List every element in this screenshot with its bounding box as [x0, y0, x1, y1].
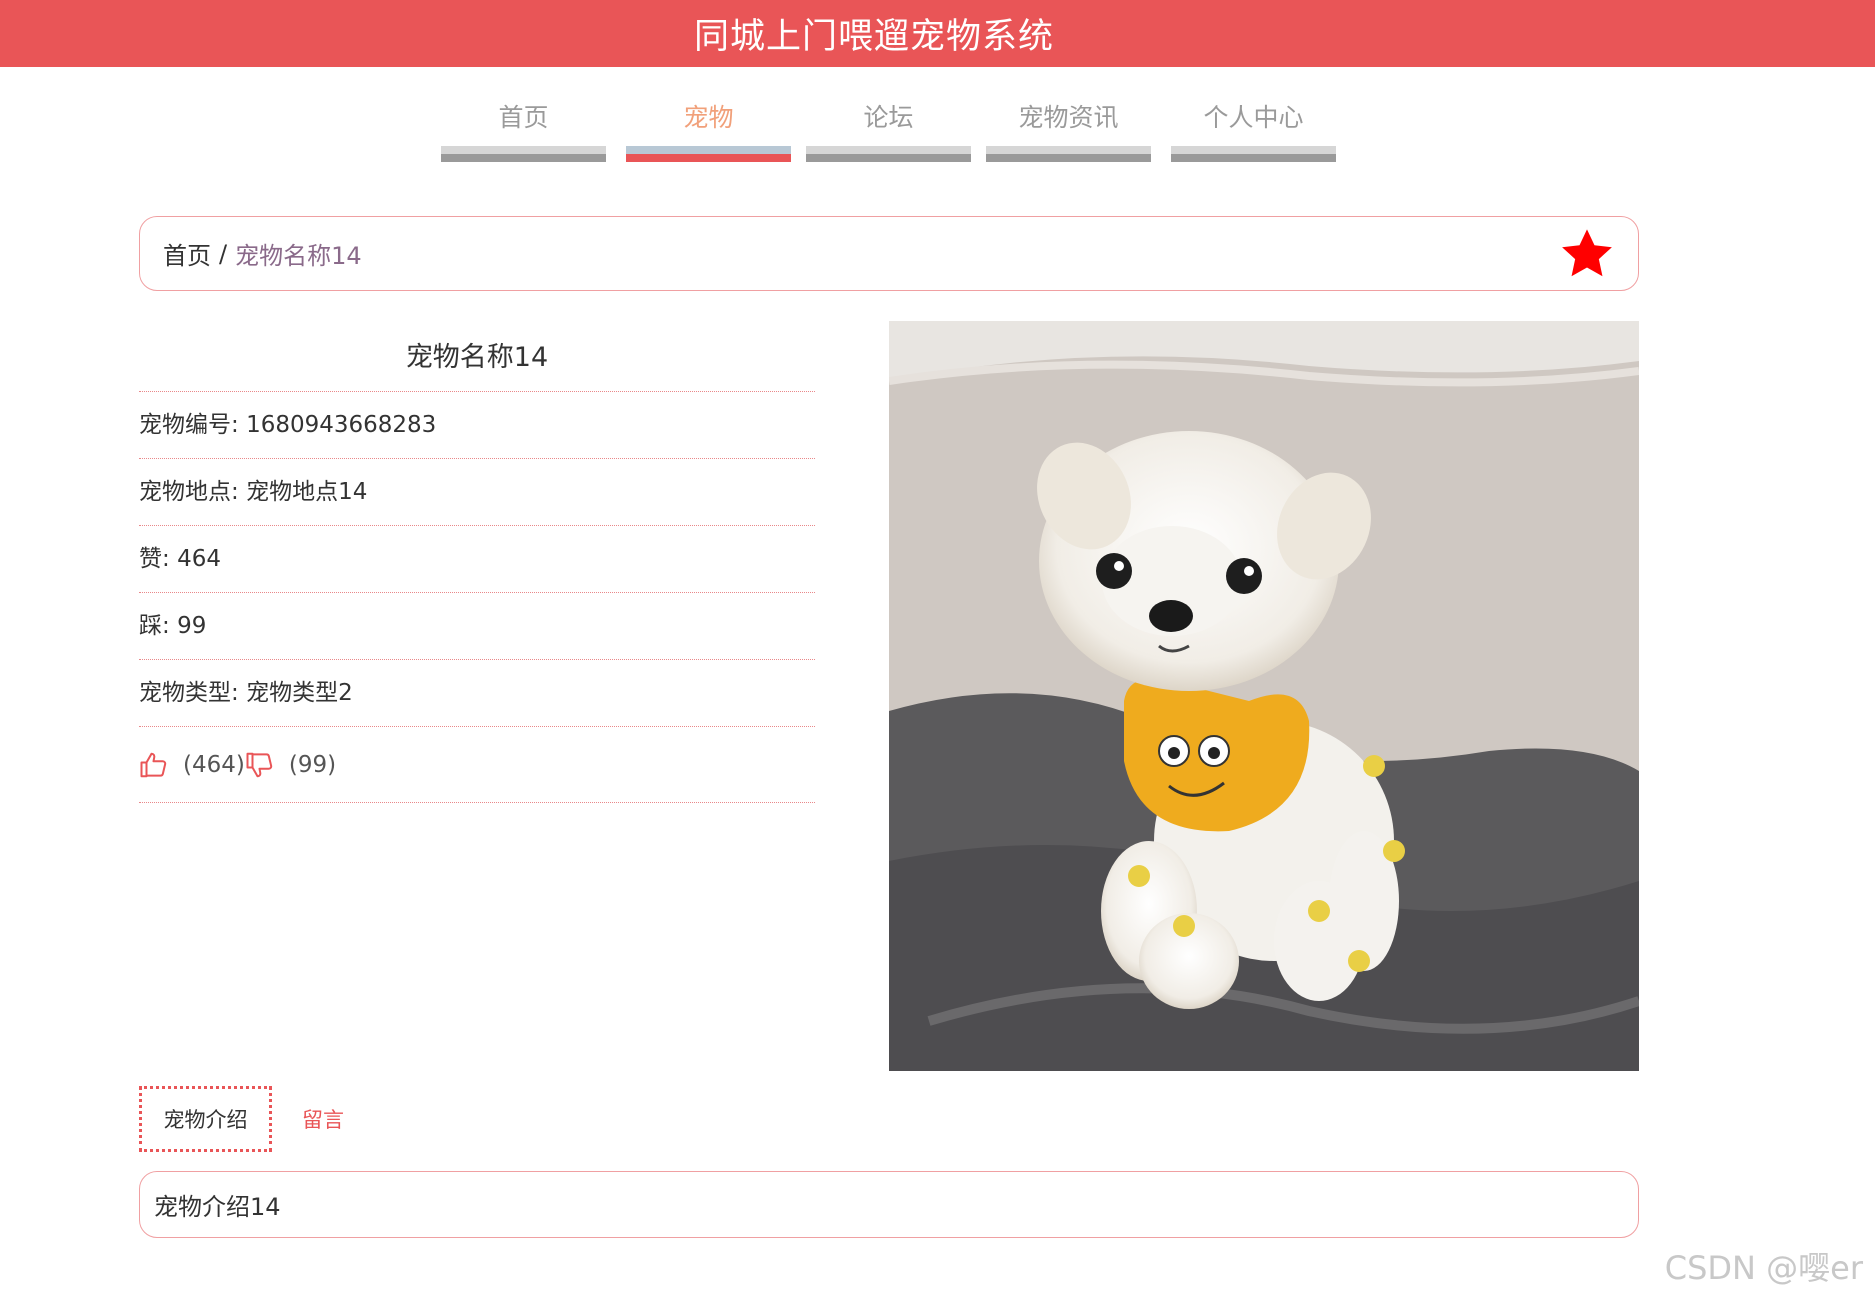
info-value: 宠物类型2: [246, 680, 353, 706]
pet-intro-panel: 宠物介绍14: [139, 1171, 1639, 1238]
like-button[interactable]: (464): [139, 750, 245, 780]
info-value: 464: [177, 546, 221, 572]
pet-intro-text: 宠物介绍14: [154, 1193, 281, 1221]
nav-item-underline: [1171, 146, 1336, 162]
nav-item-label: 论坛: [863, 103, 914, 132]
nav-item-underline: [441, 146, 606, 162]
pet-name-heading: 宠物名称14: [139, 330, 815, 392]
nav-item-label: 首页: [498, 103, 549, 132]
breadcrumb-home-link[interactable]: 首页: [163, 236, 211, 271]
watermark: CSDN @嘤er: [1664, 1249, 1863, 1287]
breadcrumb-current: 宠物名称14: [235, 242, 362, 270]
info-label: 踩: [139, 613, 162, 639]
like-count: (464): [183, 751, 245, 778]
info-value: 宠物地点14: [246, 479, 368, 505]
nav-item-label: 宠物: [683, 103, 734, 132]
main-nav: 首页 宠物 论坛 宠物资讯 个人中心: [0, 94, 1875, 164]
site-title: 同城上门喂遛宠物系统: [693, 17, 1054, 57]
info-value: 99: [177, 613, 207, 639]
nav-item-underline: [626, 146, 791, 162]
header-bar: 同城上门喂遛宠物系统: [0, 0, 1875, 67]
info-value: 1680943668283: [246, 412, 437, 438]
info-row-id: 宠物编号: 1680943668283: [139, 392, 815, 459]
thumbs-up-icon: [140, 752, 167, 777]
pet-info-panel: 宠物名称14 宠物编号: 1680943668283 宠物地点: 宠物地点14 …: [139, 330, 815, 803]
info-label: 宠物编号: [139, 412, 231, 438]
nav-item-underline: [806, 146, 971, 162]
thumbs-down-icon: [246, 752, 273, 777]
detail-tabs: 宠物介绍 留言: [139, 1086, 344, 1152]
nav-item-label: 宠物资讯: [1018, 103, 1119, 132]
nav-item-underline: [986, 146, 1151, 162]
info-row-location: 宠物地点: 宠物地点14: [139, 459, 815, 526]
nav-item-label: 个人中心: [1203, 103, 1304, 132]
info-label: 宠物地点: [139, 479, 231, 505]
vote-row: (464) (99): [139, 727, 815, 803]
nav-item-profile[interactable]: 个人中心: [1171, 94, 1336, 162]
info-row-likes: 赞: 464: [139, 526, 815, 593]
breadcrumb-separator: /: [219, 239, 228, 268]
nav-item-pet-news[interactable]: 宠物资讯: [986, 94, 1151, 162]
info-row-dislikes: 踩: 99: [139, 593, 815, 660]
breadcrumb: 首页 / 宠物名称14: [139, 216, 1639, 291]
info-label: 赞: [139, 546, 162, 572]
nav-item-forum[interactable]: 论坛: [806, 94, 971, 162]
star-icon[interactable]: [1558, 225, 1616, 283]
info-label: 宠物类型: [139, 680, 231, 706]
info-row-type: 宠物类型: 宠物类型2: [139, 660, 815, 727]
dislike-button[interactable]: (99): [245, 750, 336, 780]
nav-item-home[interactable]: 首页: [441, 94, 606, 162]
dislike-count: (99): [288, 751, 337, 778]
tab-comments[interactable]: 留言: [302, 1104, 344, 1134]
tab-pet-intro[interactable]: 宠物介绍: [139, 1086, 272, 1152]
pet-photo: [889, 321, 1639, 1071]
nav-item-pets[interactable]: 宠物: [626, 94, 791, 162]
